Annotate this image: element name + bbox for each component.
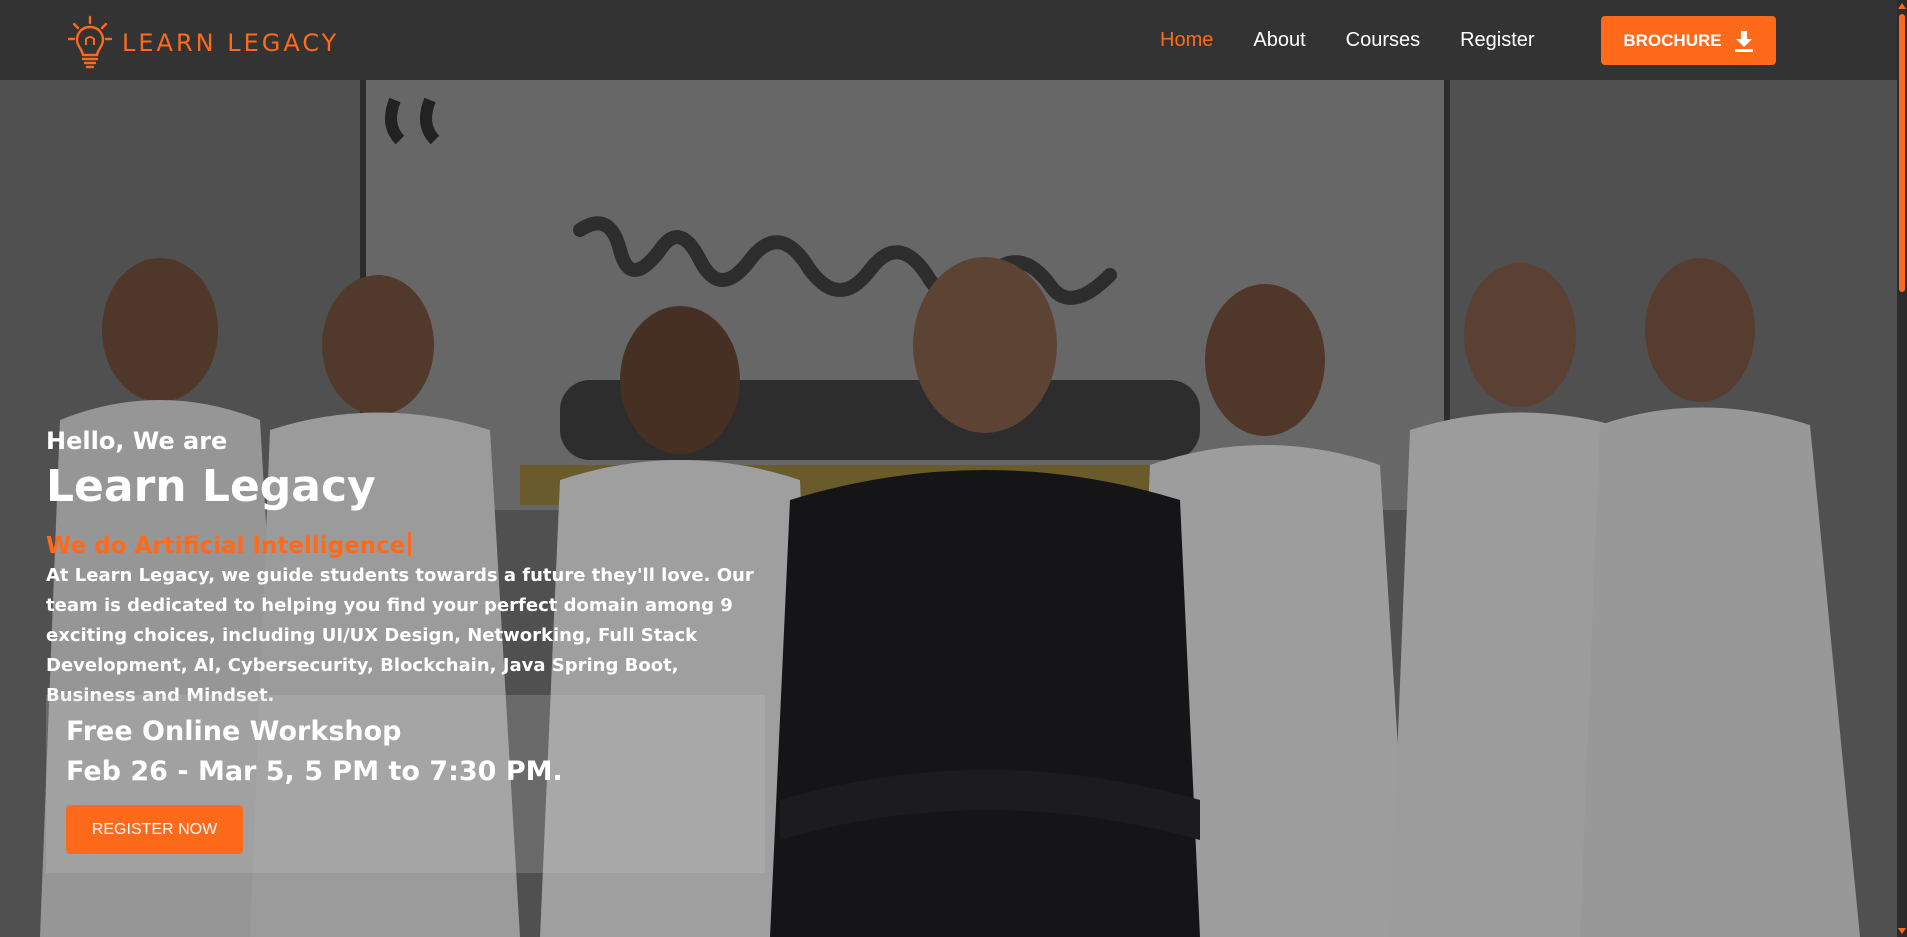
nav-about[interactable]: About bbox=[1253, 29, 1305, 52]
nav-courses[interactable]: Courses bbox=[1346, 29, 1420, 52]
hero-tagline-text: We do Artificial Intelligence bbox=[46, 533, 406, 559]
lightbulb-icon bbox=[68, 15, 112, 69]
scroll-down-arrow-icon[interactable] bbox=[1898, 928, 1906, 934]
workshop-card: Free Online Workshop Feb 26 - Mar 5, 5 P… bbox=[46, 695, 765, 873]
brand-name: LEARN LEGACY bbox=[122, 29, 340, 57]
hero-greeting: Hello, We are bbox=[46, 427, 228, 455]
hero-title: Learn Legacy bbox=[46, 461, 376, 512]
scroll-thumb[interactable] bbox=[1899, 14, 1905, 292]
hero-tagline: We do Artificial Intelligence bbox=[46, 532, 412, 559]
workshop-dates: Feb 26 - Mar 5, 5 PM to 7:30 PM. bbox=[66, 756, 563, 787]
brochure-label: BROCHURE bbox=[1623, 30, 1722, 50]
register-now-button[interactable]: REGISTER NOW bbox=[66, 805, 243, 854]
download-icon bbox=[1734, 30, 1753, 52]
hero-section: Hello, We are Learn Legacy We do Artific… bbox=[0, 80, 1897, 937]
brochure-button[interactable]: BROCHURE bbox=[1601, 16, 1776, 65]
scroll-up-arrow-icon[interactable] bbox=[1898, 3, 1906, 9]
main-nav: Home About Courses Register bbox=[1160, 0, 1575, 80]
nav-home[interactable]: Home bbox=[1160, 29, 1213, 52]
typing-caret bbox=[408, 532, 412, 556]
hero-description: At Learn Legacy, we guide students towar… bbox=[46, 565, 754, 706]
page-scrollbar[interactable] bbox=[1897, 0, 1907, 937]
nav-register[interactable]: Register bbox=[1460, 29, 1534, 52]
navbar: LEARN LEGACY Home About Courses Register… bbox=[0, 0, 1897, 80]
workshop-title: Free Online Workshop bbox=[66, 716, 402, 747]
logo[interactable]: LEARN LEGACY bbox=[68, 14, 339, 72]
